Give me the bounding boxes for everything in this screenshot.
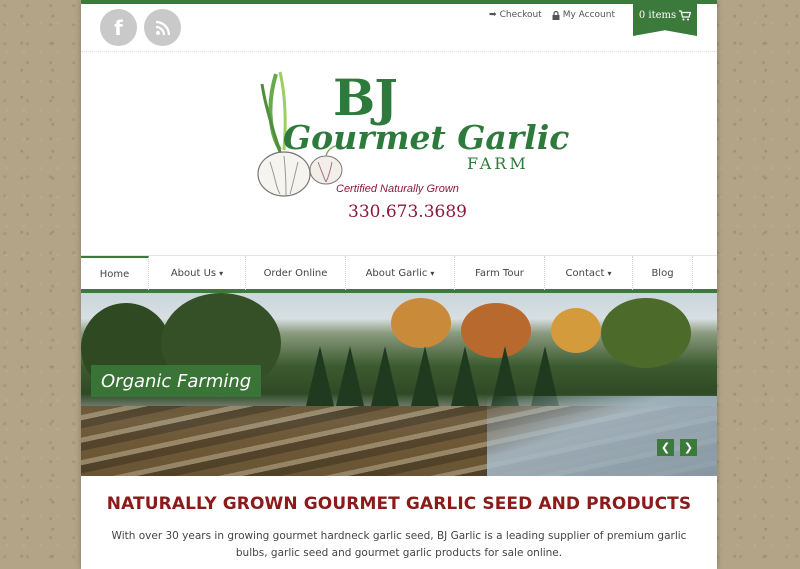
nav-item-label: Home	[99, 268, 130, 280]
nav-item-label: Farm Tour	[475, 267, 524, 279]
rss-link[interactable]	[144, 9, 181, 46]
pine-tree	[371, 346, 399, 406]
autumn-tree	[601, 298, 691, 368]
logo-title-farm: FARM	[467, 154, 529, 173]
lock-icon	[552, 10, 560, 20]
facebook-icon: f	[114, 15, 123, 40]
nav-item-order-online[interactable]: Order Online	[246, 256, 346, 290]
checkout-label: Checkout	[499, 10, 542, 20]
logo-tagline: Certified Naturally Grown	[336, 183, 459, 195]
nav-item-label: Contact	[565, 267, 605, 279]
chevron-down-icon: ▾	[219, 268, 224, 278]
nav-item-contact[interactable]: Contact ▾	[545, 256, 633, 290]
nav-item-label: About Garlic	[365, 267, 428, 279]
logo-header: BJ Gourmet Garlic FARM Certified Natural…	[81, 52, 717, 255]
main-content: NATURALLY GROWN GOURMET GARLIC SEED AND …	[81, 476, 717, 562]
nav-item-farm-tour[interactable]: Farm Tour	[455, 256, 545, 290]
phone-number: 330.673.3689	[348, 202, 467, 222]
account-links: ➡ Checkout My Account	[489, 10, 615, 20]
nav-item-about-us[interactable]: About Us ▾	[149, 256, 246, 290]
chevron-down-icon: ▾	[430, 268, 435, 278]
arrow-right-icon: ➡	[489, 10, 497, 20]
pine-tree	[336, 346, 364, 406]
my-account-link[interactable]: My Account	[552, 10, 615, 20]
social-links: f	[100, 9, 181, 46]
nav-item-label: About Us	[170, 267, 217, 279]
cart-label: 0 items	[638, 10, 677, 21]
chevron-right-icon: ❯	[683, 441, 694, 454]
frosted-ground	[487, 396, 717, 476]
cart-button[interactable]: 0 items	[633, 4, 697, 36]
hero-slider: Organic Farming ❮ ❯	[81, 293, 717, 476]
pine-tree	[451, 346, 479, 406]
autumn-tree	[391, 298, 451, 348]
top-bar: f ➡ Checkout My Account 0 items	[81, 4, 717, 52]
rss-icon	[155, 20, 170, 35]
slider-prev-button[interactable]: ❮	[657, 439, 674, 456]
nav-item-label: Blog	[651, 267, 674, 279]
page-container: f ➡ Checkout My Account 0 items BJ Gourm…	[81, 0, 717, 569]
facebook-link[interactable]: f	[100, 9, 137, 46]
my-account-label: My Account	[562, 10, 615, 20]
nav-item-about-garlic[interactable]: About Garlic ▾	[346, 256, 455, 290]
page-headline: NATURALLY GROWN GOURMET GARLIC SEED AND …	[106, 494, 692, 514]
intro-paragraph: With over 30 years in growing gourmet ha…	[111, 530, 687, 559]
nav-item-blog[interactable]: Blog	[633, 256, 693, 290]
chevron-down-icon: ▾	[607, 268, 612, 278]
slide-caption: Organic Farming	[91, 365, 262, 397]
nav-item-label: Order Online	[263, 267, 328, 279]
pine-tree	[411, 346, 439, 406]
slider-controls: ❮ ❯	[657, 439, 697, 456]
logo-title-gourmet-garlic: Gourmet Garlic	[283, 118, 570, 157]
pine-tree	[306, 346, 334, 406]
main-navigation: Home About Us ▾ Order Online About Garli…	[81, 255, 717, 293]
nav-item-home[interactable]: Home	[81, 256, 149, 290]
chevron-left-icon: ❮	[660, 441, 671, 454]
slider-next-button[interactable]: ❯	[680, 439, 697, 456]
cart-icon	[679, 10, 692, 21]
checkout-link[interactable]: ➡ Checkout	[489, 10, 542, 20]
